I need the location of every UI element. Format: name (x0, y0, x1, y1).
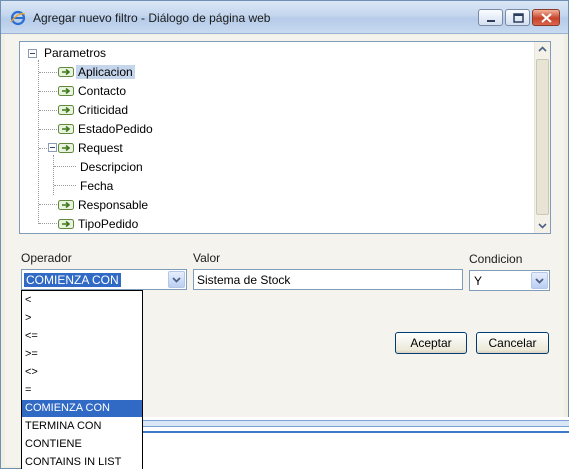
tree-line (54, 185, 76, 186)
tree-node-label: EstadoPedido (78, 122, 153, 136)
minimize-button[interactable] (478, 9, 503, 26)
parameter-icon (58, 124, 74, 134)
operador-option[interactable]: CONTAINS IN LIST (22, 454, 142, 469)
tree-item-estadopedido[interactable]: EstadoPedido (76, 121, 155, 137)
tree-node-label: Parametros (44, 46, 107, 60)
tree-node-label: Descripcion (80, 160, 143, 174)
chevron-down-icon (535, 278, 544, 284)
collapse-icon[interactable] (48, 143, 57, 152)
close-icon (541, 13, 552, 23)
parameters-tree[interactable]: Parametros Aplicacion Contacto Criticida… (19, 41, 551, 234)
tree-node-label: Criticidad (78, 103, 129, 117)
parameter-icon (58, 143, 74, 153)
arrow-up-icon (538, 46, 547, 52)
maximize-button[interactable] (505, 9, 530, 26)
tree-item-responsable[interactable]: Responsable (76, 197, 150, 213)
scroll-up-button[interactable] (535, 42, 550, 57)
cancel-button[interactable]: Cancelar (476, 332, 549, 354)
tree-item-aplicacion[interactable]: Aplicacion (76, 64, 135, 80)
page-band (142, 431, 569, 433)
valor-input[interactable]: Sistema de Stock (193, 269, 463, 290)
operador-label: Operador (21, 251, 72, 265)
condicion-label: Condicion (469, 252, 523, 266)
scroll-down-button[interactable] (535, 218, 550, 233)
chevron-down-icon (172, 277, 181, 283)
tree-node-label: Request (78, 141, 123, 155)
condicion-dropdown-button[interactable] (531, 272, 548, 289)
tree-node-label: Fecha (80, 179, 114, 193)
close-button[interactable] (532, 9, 560, 26)
operador-option[interactable]: = (22, 382, 142, 399)
operador-select-value: COMIENZA CON (24, 273, 121, 287)
dialog-window: Agregar nuevo filtro - Diálogo de página… (0, 0, 569, 469)
page-band (142, 420, 569, 427)
maximize-icon (513, 13, 524, 23)
scroll-thumb[interactable] (536, 59, 549, 215)
tree-node-label: TipoPedido (78, 217, 139, 231)
window-title: Agregar nuevo filtro - Diálogo de página… (33, 11, 271, 25)
tree-item-contacto[interactable]: Contacto (76, 83, 128, 99)
operador-options-list[interactable]: < > <= >= <> = COMIENZA CON TERMINA CON … (21, 290, 143, 469)
parameter-icon (58, 105, 74, 115)
operador-option[interactable]: <= (22, 328, 142, 345)
tree-item-fecha[interactable]: Fecha (78, 178, 115, 194)
tree-root[interactable]: Parametros (42, 45, 108, 61)
tree-node-label: Contacto (78, 84, 127, 98)
condicion-select[interactable]: Y (469, 270, 550, 291)
operador-option[interactable]: TERMINA CON (22, 418, 142, 435)
operador-option-selected[interactable]: COMIENZA CON (22, 400, 142, 417)
tree-item-request[interactable]: Request (76, 140, 125, 156)
tree-line (38, 60, 39, 224)
accept-button[interactable]: Aceptar (395, 332, 467, 354)
tree-node-label: Aplicacion (76, 65, 135, 79)
collapse-icon[interactable] (28, 49, 37, 58)
arrow-down-icon (538, 223, 547, 229)
title-bar[interactable]: Agregar nuevo filtro - Diálogo de página… (1, 1, 568, 34)
operador-option[interactable]: CONTIENE (22, 436, 142, 453)
tree-item-criticidad[interactable]: Criticidad (76, 102, 130, 118)
ie-icon (10, 10, 26, 26)
parameter-icon (58, 86, 74, 96)
minimize-icon (487, 20, 495, 22)
operador-selected-text: COMIENZA CON (24, 273, 121, 287)
background-page (142, 417, 569, 469)
condicion-select-value: Y (474, 274, 483, 288)
operador-select[interactable]: COMIENZA CON (21, 269, 187, 290)
tree-node-label: Responsable (78, 198, 149, 212)
parameter-icon (58, 200, 74, 210)
parameter-icon (58, 219, 74, 229)
operador-option[interactable]: < (22, 292, 142, 309)
tree-item-descripcion[interactable]: Descripcion (78, 159, 145, 175)
tree-line (53, 155, 54, 195)
operador-option[interactable]: > (22, 310, 142, 327)
operador-option[interactable]: >= (22, 346, 142, 363)
parameter-icon (58, 67, 74, 77)
tree-line (54, 166, 76, 167)
tree-scrollbar[interactable] (534, 42, 550, 233)
operador-dropdown-button[interactable] (168, 271, 185, 288)
tree-item-tipopedido[interactable]: TipoPedido (76, 216, 140, 232)
operador-option[interactable]: <> (22, 364, 142, 381)
valor-label: Valor (193, 251, 221, 265)
